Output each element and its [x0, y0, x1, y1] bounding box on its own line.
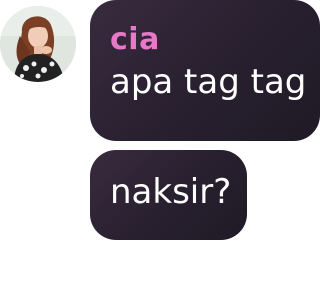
message-bubble[interactable]: cia apa tag tag — [90, 0, 320, 141]
message-text: naksir? — [110, 172, 232, 212]
chat-thread: cia apa tag tag naksir? — [0, 0, 320, 296]
message-bubble[interactable]: naksir? — [90, 150, 247, 240]
message-text: apa tag tag — [110, 62, 307, 102]
sender-name[interactable]: cia — [110, 22, 320, 58]
user-avatar[interactable] — [0, 6, 76, 82]
avatar-photo-icon — [0, 6, 76, 82]
